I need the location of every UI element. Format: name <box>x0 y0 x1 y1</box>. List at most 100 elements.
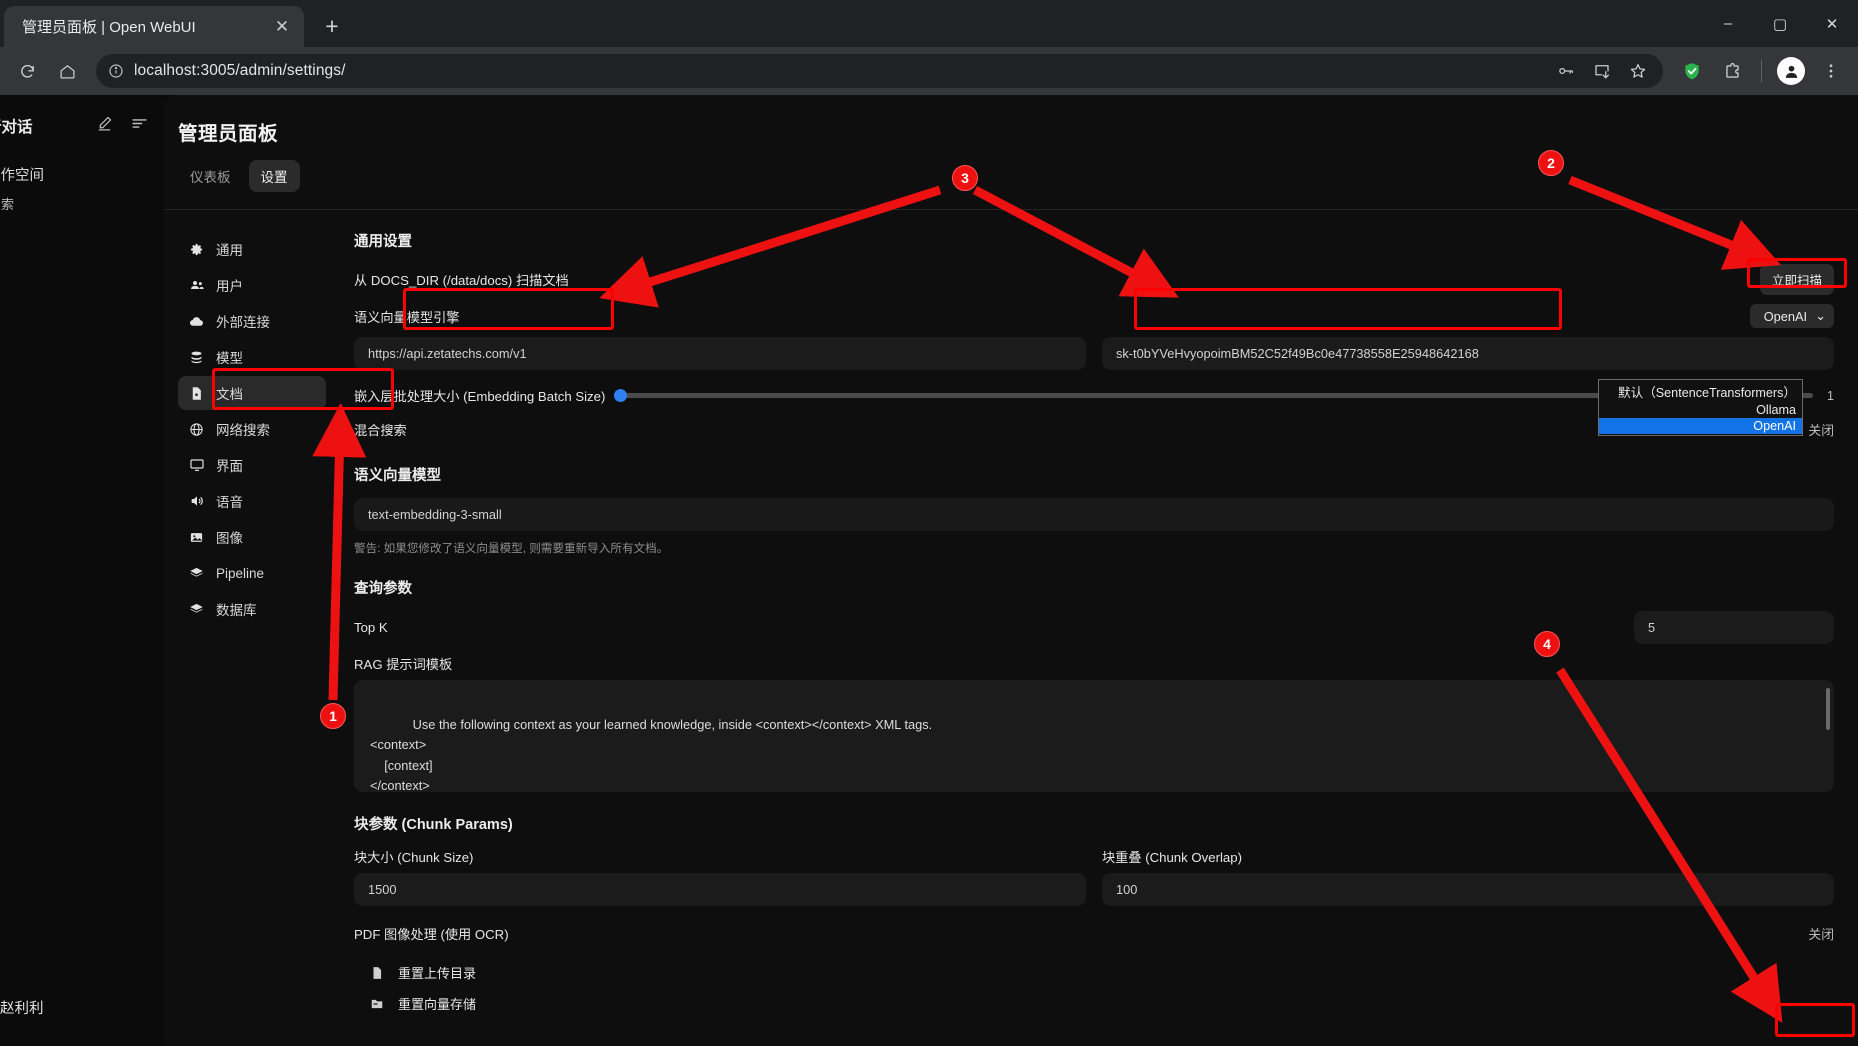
browser-tab-title: 管理员面板 | Open WebUI <box>22 19 196 36</box>
sidebar-item-database[interactable]: 数据库 <box>178 592 326 626</box>
chunk-size-input[interactable]: 1500 <box>354 873 1086 906</box>
maximize-icon[interactable]: ▢ <box>1754 0 1806 47</box>
embedding-engine-value: OpenAI <box>1763 308 1808 324</box>
admin-header: 管理员面板 仪表板 设置 <box>164 95 1858 192</box>
bookmark-star-icon[interactable] <box>1621 54 1655 88</box>
chunk-overlap-input[interactable]: 100 <box>1102 873 1834 906</box>
sidebar-item-label: 网络搜索 <box>216 423 270 438</box>
documents-settings-form: 通用设置 从 DOCS_DIR (/data/docs) 扫描文档 立即扫描 语… <box>336 210 1858 1046</box>
sidebar-item-workspace[interactable]: 工作空间 <box>0 157 164 191</box>
toggle-sidebar-icon[interactable] <box>131 115 148 137</box>
embedding-engine-select[interactable]: OpenAI ⌄ <box>1749 304 1834 328</box>
info-icon[interactable] <box>108 63 124 79</box>
new-tab-button[interactable]: + <box>314 8 350 44</box>
cloud-icon <box>188 313 205 330</box>
api-key-input[interactable]: sk-t0bYVeHvyopoimBM52C52f49Bc0e47738558E… <box>1102 337 1834 370</box>
sidebar-item-label: 搜索 <box>0 196 15 212</box>
embedding-model-title: 语义向量模型 <box>354 468 441 484</box>
document-icon <box>188 385 205 402</box>
browser-window: 管理员面板 | Open WebUI ✕ + – ▢ ✕ localhost:3… <box>0 0 1858 1046</box>
window-close-icon[interactable]: ✕ <box>1806 0 1858 47</box>
dropdown-option-ollama[interactable]: Ollama <box>1599 402 1802 418</box>
embedding-engine-dropdown[interactable]: 默认（SentenceTransformers） Ollama OpenAI <box>1598 379 1803 436</box>
extensions-puzzle-icon[interactable] <box>1715 54 1749 88</box>
pdf-ocr-label: PDF 图像处理 (使用 OCR) <box>354 926 509 942</box>
sidebar-item-connections[interactable]: 外部连接 <box>178 304 326 338</box>
browser-toolbar: localhost:3005/admin/settings/ <box>0 47 1858 95</box>
embedding-model-input[interactable]: text-embedding-3-small <box>354 498 1834 531</box>
sidebar-item-images[interactable]: 图像 <box>178 520 326 554</box>
gear-icon <box>188 241 205 258</box>
sidebar-item-websearch[interactable]: 网络搜索 <box>178 412 326 446</box>
tab-settings[interactable]: 设置 <box>248 160 300 192</box>
sidebar-item-models[interactable]: 模型 <box>178 340 326 374</box>
sidebar-item-label: 图像 <box>216 531 243 546</box>
top-k-input[interactable]: 5 <box>1634 611 1834 644</box>
api-base-url-input[interactable]: https://api.zetatechs.com/v1 <box>354 337 1086 370</box>
reload-icon[interactable] <box>10 54 44 88</box>
query-params-title: 查询参数 <box>354 581 412 597</box>
pdf-ocr-row: PDF 图像处理 (使用 OCR) 关闭 <box>354 920 1834 946</box>
sidebar-item-general[interactable]: 通用 <box>178 232 326 266</box>
dropdown-option-openai[interactable]: OpenAI <box>1599 418 1802 434</box>
textarea-scrollbar[interactable] <box>1826 688 1830 730</box>
embedding-model-warning: 警告: 如果您修改了语义向量模型, 则需要重新导入所有文档。 <box>354 542 669 555</box>
address-bar[interactable]: localhost:3005/admin/settings/ <box>96 54 1663 88</box>
page-body: 新对话 工作空间 搜索 赵利利 管理员面板 <box>0 95 1858 1046</box>
folder-reset-icon <box>370 997 384 1011</box>
sidebar-item-pipeline[interactable]: Pipeline <box>178 556 326 590</box>
image-icon <box>188 529 205 546</box>
webui-sidebar: 新对话 工作空间 搜索 赵利利 <box>0 95 164 1046</box>
sidebar-item-documents[interactable]: 文档 <box>178 376 326 410</box>
general-settings-title: 通用设置 <box>354 234 412 250</box>
home-icon[interactable] <box>50 54 84 88</box>
slider-knob[interactable] <box>614 388 628 402</box>
admin-content: 管理员面板 仪表板 设置 通用 用户 外部连接 模型 文档 网络搜索 界面 语音… <box>164 95 1858 1046</box>
file-reset-icon <box>370 966 384 980</box>
db-stack-icon <box>188 601 205 618</box>
new-chat-icon[interactable] <box>96 115 113 137</box>
reset-vector-store-label: 重置向量存储 <box>398 997 477 1012</box>
sidebar-item-label: 工作空间 <box>0 167 44 184</box>
reset-upload-dir-button[interactable]: 重置上传目录 <box>354 963 1834 982</box>
profile-avatar[interactable] <box>1774 54 1808 88</box>
scan-docs-row: 从 DOCS_DIR (/data/docs) 扫描文档 立即扫描 <box>354 264 1834 295</box>
scan-docs-label: 从 DOCS_DIR (/data/docs) 扫描文档 <box>354 273 569 288</box>
sidebar-item-label: 模型 <box>216 351 243 366</box>
reset-vector-store-button[interactable]: 重置向量存储 <box>354 994 1834 1013</box>
sidebar-item-label: 数据库 <box>216 603 257 618</box>
sidebar-item-label: 语音 <box>216 495 243 510</box>
sidebar-item-audio[interactable]: 语音 <box>178 484 326 518</box>
dropdown-option-default[interactable]: 默认（SentenceTransformers） <box>1599 381 1802 402</box>
monitor-icon <box>188 457 205 474</box>
sidebar-item-users[interactable]: 用户 <box>178 268 326 302</box>
toolbar-divider <box>1761 60 1762 82</box>
hybrid-search-value[interactable]: 关闭 <box>1808 420 1834 439</box>
sidebar-new-chat-row[interactable]: 新对话 <box>0 109 164 143</box>
tab-dashboard[interactable]: 仪表板 <box>178 160 243 192</box>
close-icon[interactable]: ✕ <box>270 15 294 39</box>
password-key-icon[interactable] <box>1549 54 1583 88</box>
hybrid-search-label: 混合搜索 <box>354 422 407 438</box>
sidebar-item-interface[interactable]: 界面 <box>178 448 326 482</box>
shield-extension-icon[interactable] <box>1675 54 1709 88</box>
globe-icon <box>188 421 205 438</box>
browser-menu-icon[interactable] <box>1814 54 1848 88</box>
minimize-icon[interactable]: – <box>1702 0 1754 47</box>
window-controls: – ▢ ✕ <box>1702 0 1858 47</box>
settings-nav: 通用 用户 外部连接 模型 文档 网络搜索 界面 语音 图像 Pipeline … <box>164 210 336 1046</box>
api-credentials-row: https://api.zetatechs.com/v1 sk-t0bYVeHv… <box>354 337 1834 370</box>
sidebar-item-label: 外部连接 <box>216 315 270 330</box>
sidebar-user[interactable]: 赵利利 <box>0 997 44 1018</box>
admin-tabs: 仪表板 设置 <box>178 160 1858 192</box>
sidebar-item-search[interactable]: 搜索 <box>0 191 164 215</box>
sidebar-item-label: 用户 <box>216 279 243 294</box>
embedding-engine-label: 语义向量模型引擎 <box>354 309 460 325</box>
rag-template-value: Use the following context as your learne… <box>370 716 933 794</box>
scan-now-button[interactable]: 立即扫描 <box>1759 264 1834 295</box>
rag-template-textarea[interactable]: Use the following context as your learne… <box>354 680 1834 794</box>
pdf-ocr-value[interactable]: 关闭 <box>1808 924 1834 943</box>
top-k-row: Top K 5 <box>354 611 1834 644</box>
browser-tab[interactable]: 管理员面板 | Open WebUI ✕ <box>4 6 304 47</box>
install-app-icon[interactable] <box>1585 54 1619 88</box>
